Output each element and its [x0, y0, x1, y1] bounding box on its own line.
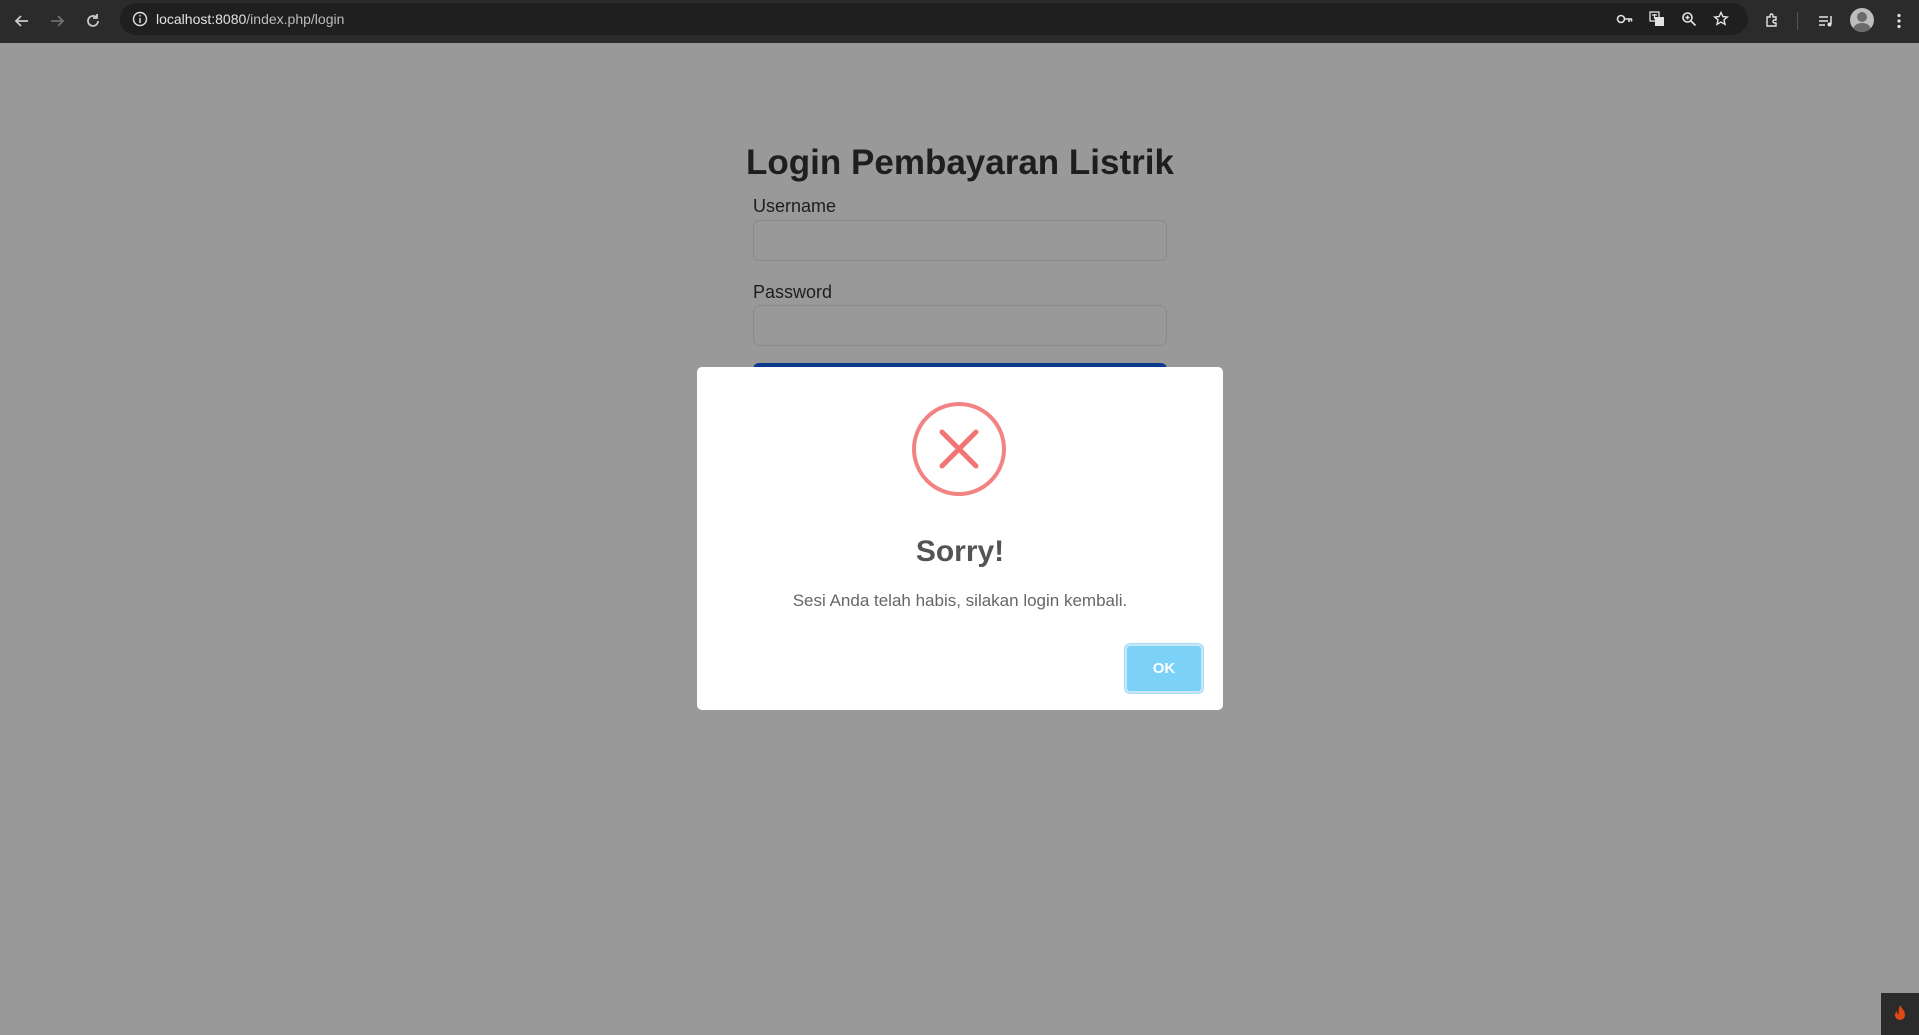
reload-icon[interactable]: [79, 7, 107, 35]
username-input[interactable]: [753, 220, 1167, 261]
ok-button[interactable]: OK: [1125, 644, 1203, 693]
dialog-message: Sesi Anda telah habis, silakan login kem…: [792, 591, 1128, 610]
url-host: localhost:8080: [156, 11, 247, 27]
forward-icon[interactable]: [43, 7, 71, 35]
extensions-icon[interactable]: [1758, 7, 1786, 35]
debug-toolbar-toggle[interactable]: [1881, 993, 1919, 1035]
username-label: Username: [753, 196, 837, 216]
profile-avatar[interactable]: [1850, 8, 1874, 32]
page-title: Login Pembayaran Listrik: [746, 143, 1174, 182]
back-icon[interactable]: [8, 7, 36, 35]
more-menu-icon[interactable]: [1885, 7, 1913, 35]
password-input[interactable]: [753, 305, 1167, 346]
toolbar-divider: [1797, 12, 1798, 30]
translate-icon[interactable]: [1645, 7, 1669, 31]
dialog-title: Sorry!: [915, 535, 1005, 568]
flame-icon: [1895, 1005, 1905, 1020]
bookmark-star-icon[interactable]: [1709, 7, 1733, 31]
address-bar[interactable]: localhost:8080/index.php/login: [120, 3, 1748, 35]
media-controls-icon[interactable]: [1812, 7, 1840, 35]
password-label: Password: [753, 282, 833, 302]
key-icon[interactable]: [1613, 7, 1637, 31]
error-x-icon: [911, 401, 1007, 497]
alert-dialog: Sorry! Sesi Anda telah habis, silakan lo…: [697, 367, 1223, 710]
zoom-icon[interactable]: [1677, 7, 1701, 31]
site-info-icon[interactable]: [128, 7, 152, 31]
url-text[interactable]: localhost:8080/index.php/login: [156, 11, 344, 27]
url-path: /index.php/login: [246, 11, 345, 27]
browser-toolbar: localhost:8080/index.php/login: [0, 0, 1919, 43]
